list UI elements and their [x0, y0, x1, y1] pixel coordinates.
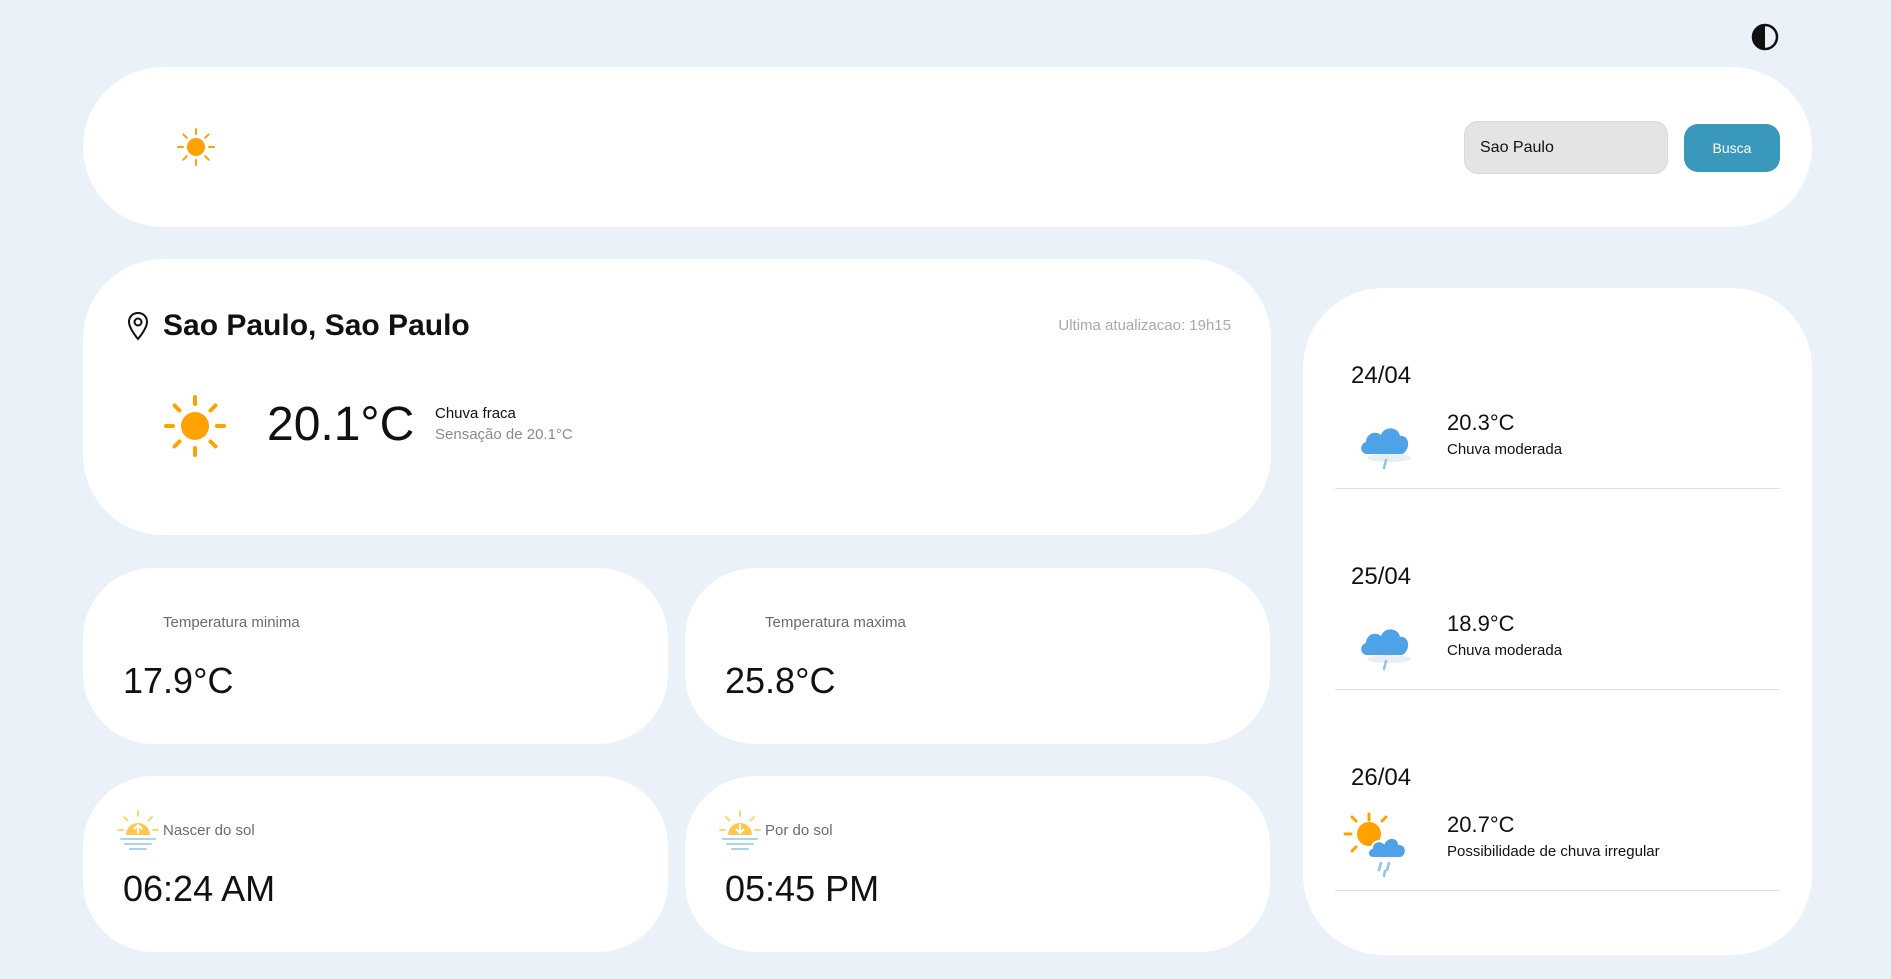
min-temp-value: 17.9°C: [123, 660, 234, 701]
forecast-temperature: 18.9°C: [1447, 611, 1515, 636]
sunrise-icon: [117, 810, 159, 850]
current-temperature: 20.1°C: [267, 398, 415, 451]
sunset-icon: [719, 810, 761, 850]
search-button[interactable]: Busca: [1684, 124, 1780, 172]
rain-cloud-icon: [1361, 629, 1411, 671]
sun-logo-icon: [177, 128, 215, 166]
forecast-panel: 24/04 20.3°C Chuva moderada 25/04 18.9°C…: [1303, 288, 1812, 955]
forecast-date: 24/04: [1351, 362, 1412, 389]
location-pin-icon: [127, 311, 149, 341]
sunset-card: Por do sol 05:45 PM: [685, 776, 1270, 952]
feels-like-text: Sensação de 20.1°C: [435, 426, 573, 443]
forecast-item: 25/04 18.9°C Chuva moderada: [1335, 489, 1780, 690]
forecast-condition: Chuva moderada: [1447, 441, 1563, 458]
max-temp-value: 25.8°C: [725, 660, 836, 701]
max-temp-label: Temperatura maxima: [765, 614, 906, 631]
sunrise-label: Nascer do sol: [163, 822, 255, 839]
forecast-date: 26/04: [1351, 764, 1412, 791]
rain-cloud-icon: [1361, 428, 1411, 470]
forecast-condition: Chuva moderada: [1447, 642, 1563, 659]
last-update-text: Ultima atualizacao: 19h15: [1058, 317, 1231, 334]
sunrise-card: Nascer do sol 06:24 AM: [83, 776, 668, 952]
city-name: Sao Paulo, Sao Paulo: [163, 309, 470, 342]
sunset-value: 05:45 PM: [725, 868, 880, 909]
header-bar: Busca: [83, 67, 1812, 227]
forecast-date: 25/04: [1351, 563, 1412, 590]
min-temp-card: Temperatura minima 17.9°C: [83, 568, 668, 744]
search-input[interactable]: [1464, 121, 1668, 174]
forecast-condition: Possibilidade de chuva irregular: [1447, 843, 1660, 860]
sun-icon: [164, 395, 226, 457]
max-temp-card: Temperatura maxima 25.8°C: [685, 568, 1270, 744]
sunset-label: Por do sol: [765, 822, 833, 839]
forecast-item: 24/04 20.3°C Chuva moderada: [1335, 288, 1780, 489]
forecast-item: 26/04 20.7°C Possibilidade de chuva irre…: [1335, 690, 1780, 891]
current-weather-card: Sao Paulo, Sao Paulo Ultima atualizacao:…: [83, 259, 1271, 535]
current-condition: Chuva fraca: [435, 405, 516, 422]
sun-rain-cloud-icon: [1343, 812, 1407, 878]
sunrise-value: 06:24 AM: [123, 868, 276, 909]
forecast-temperature: 20.7°C: [1447, 812, 1515, 837]
min-temp-label: Temperatura minima: [163, 614, 300, 631]
forecast-temperature: 20.3°C: [1447, 410, 1515, 435]
theme-toggle-icon[interactable]: [1751, 23, 1779, 51]
